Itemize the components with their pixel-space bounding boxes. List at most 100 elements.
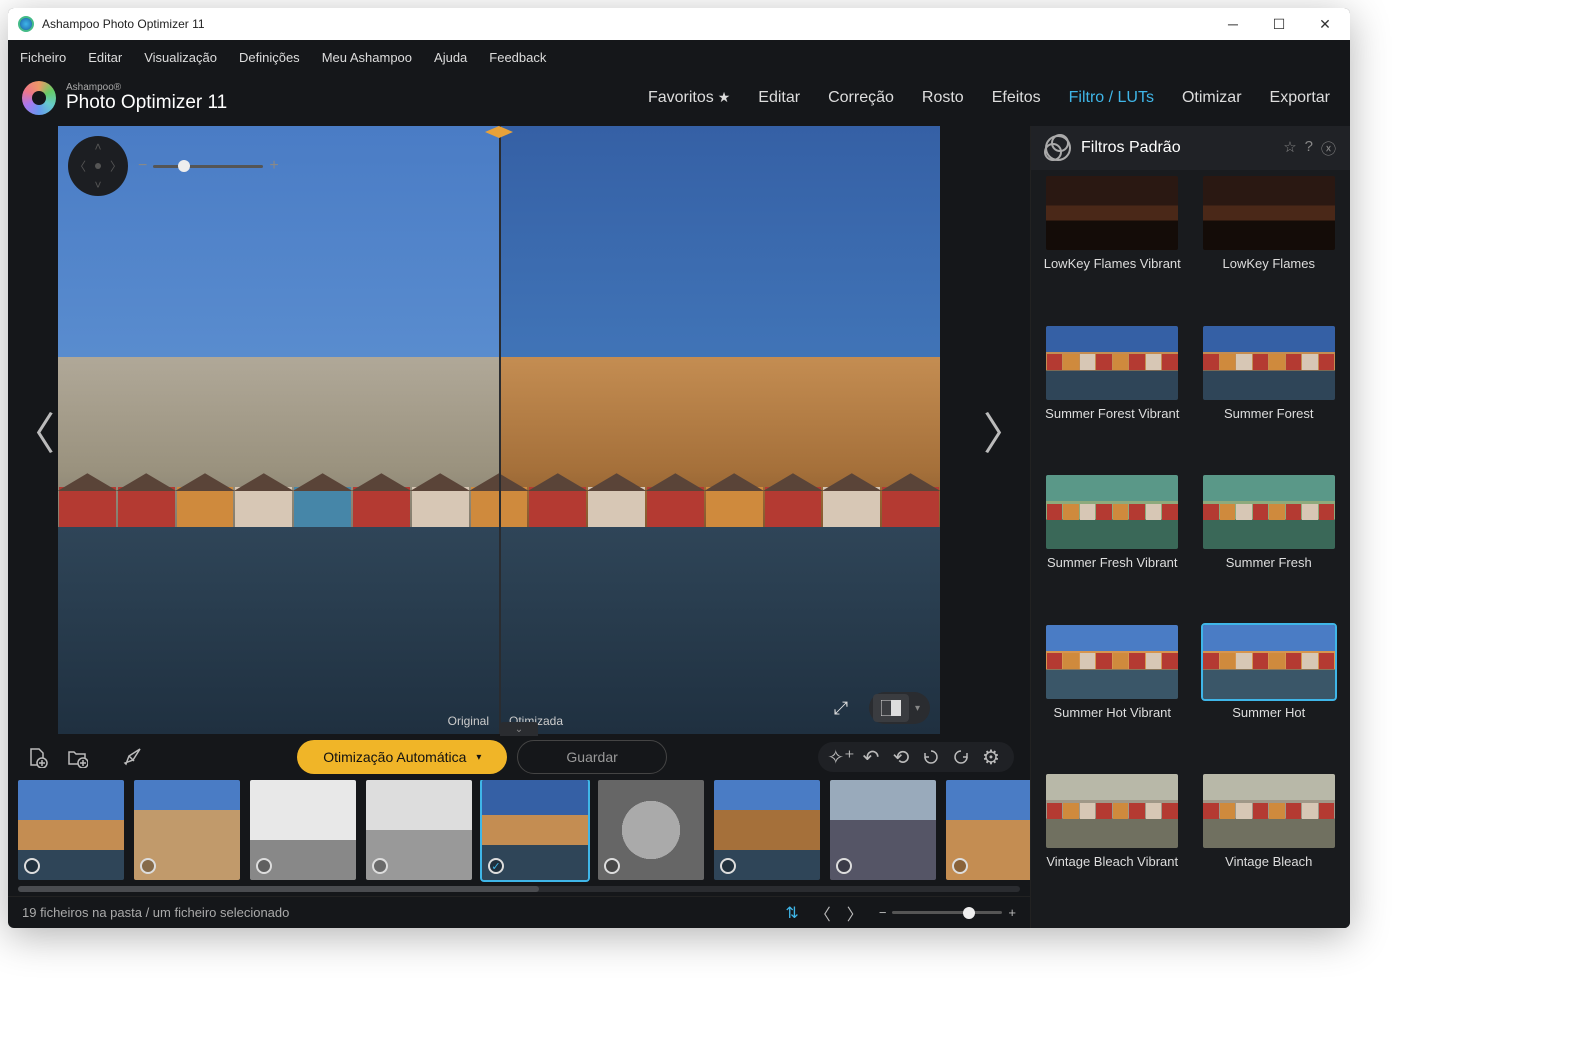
collapse-filmstrip-button[interactable]: ⌄ xyxy=(500,722,538,736)
header-tab-5[interactable]: Filtro / LUTs xyxy=(1069,89,1154,107)
fullscreen-button[interactable]: ⤢ xyxy=(823,692,859,724)
header-tab-6[interactable]: Otimizar xyxy=(1182,89,1242,107)
header-tab-7[interactable]: Exportar xyxy=(1270,89,1330,107)
statusbar: 19 ficheiros na pasta / um ficheiro sele… xyxy=(8,896,1030,928)
thumb-checkmark[interactable] xyxy=(24,858,40,874)
close-button[interactable]: ✕ xyxy=(1302,8,1348,40)
filter-item[interactable]: Summer Fresh Vibrant xyxy=(1041,475,1184,619)
header-tab-1[interactable]: Editar xyxy=(758,89,800,107)
zoom-out-icon[interactable]: − xyxy=(138,157,147,175)
status-text: 19 ficheiros na pasta / um ficheiro sele… xyxy=(22,905,289,920)
undo-icon[interactable]: ↶ xyxy=(856,744,886,770)
add-file-icon[interactable] xyxy=(24,744,50,770)
filmstrip-scrollbar[interactable] xyxy=(8,884,1030,896)
favorite-icon[interactable]: ☆ xyxy=(1283,138,1296,159)
pan-dpad[interactable]: ˄˅ 〈〉 xyxy=(68,136,128,196)
compare-mode-group: ▾ xyxy=(869,692,930,724)
brush-icon[interactable] xyxy=(120,744,146,770)
thumbnail[interactable] xyxy=(250,780,356,880)
filter-label: Summer Fresh xyxy=(1226,555,1312,587)
gear-icon[interactable]: ⚙ xyxy=(976,744,1006,770)
thumbnail[interactable] xyxy=(714,780,820,880)
compare-handle[interactable] xyxy=(485,126,513,138)
filter-label: Summer Hot xyxy=(1232,705,1305,737)
filters-panel: Filtros Padrão ☆ ? ⓧ LowKey Flames Vibra… xyxy=(1030,126,1350,928)
filter-label: LowKey Flames Vibrant xyxy=(1044,256,1181,288)
filter-item[interactable]: Summer Hot xyxy=(1198,625,1341,769)
header-tab-4[interactable]: Efeitos xyxy=(992,89,1041,107)
next-page-icon[interactable]: 〉 xyxy=(847,901,863,925)
menu-view[interactable]: Visualização xyxy=(144,50,217,65)
thumb-size-slider[interactable]: − + xyxy=(879,905,1016,920)
compare-divider[interactable] xyxy=(499,126,501,734)
filter-item[interactable]: Summer Hot Vibrant xyxy=(1041,625,1184,769)
toolbar: Otimização Automática ▾ Guardar ✧⁺ ↶ ⟲ ⚙ xyxy=(8,734,1030,780)
window-title: Ashampoo Photo Optimizer 11 xyxy=(42,17,205,31)
rotate-right-icon[interactable] xyxy=(946,744,976,770)
help-icon[interactable]: ? xyxy=(1305,138,1313,159)
menu-edit[interactable]: Editar xyxy=(88,50,122,65)
rotate-left-icon[interactable] xyxy=(916,744,946,770)
brand: Ashampoo® Photo Optimizer 11 xyxy=(22,81,227,115)
filter-label: Summer Hot Vibrant xyxy=(1053,705,1171,737)
thumbnail[interactable] xyxy=(830,780,936,880)
sort-icon[interactable]: ⇅ xyxy=(785,903,798,923)
filter-item[interactable]: LowKey Flames xyxy=(1198,176,1341,320)
zoom-slider[interactable]: − + xyxy=(138,157,279,175)
undo-all-icon[interactable]: ⟲ xyxy=(886,744,916,770)
filter-label: Vintage Bleach xyxy=(1225,854,1312,886)
size-minus-icon[interactable]: − xyxy=(879,905,887,920)
filter-label: Vintage Bleach Vibrant xyxy=(1046,854,1178,886)
magic-wand-icon[interactable]: ✧⁺ xyxy=(826,744,856,770)
add-folder-icon[interactable] xyxy=(64,744,90,770)
thumb-checkmark[interactable] xyxy=(952,858,968,874)
image-canvas[interactable] xyxy=(58,126,940,734)
prev-page-icon[interactable]: 〈 xyxy=(815,901,831,925)
next-image-button[interactable]: 〉 xyxy=(980,398,1030,462)
filter-thumb xyxy=(1046,475,1178,549)
filter-item[interactable]: Summer Forest xyxy=(1198,326,1341,470)
split-view-button[interactable] xyxy=(873,694,909,722)
size-plus-icon[interactable]: + xyxy=(1008,905,1016,920)
filter-thumb xyxy=(1203,326,1335,400)
thumb-checkmark[interactable] xyxy=(720,858,736,874)
menu-file[interactable]: Ficheiro xyxy=(20,50,66,65)
thumbnail[interactable] xyxy=(366,780,472,880)
auto-optimize-button[interactable]: Otimização Automática ▾ xyxy=(297,740,507,774)
filter-item[interactable]: Summer Forest Vibrant xyxy=(1041,326,1184,470)
filter-label: LowKey Flames xyxy=(1223,256,1315,288)
thumb-checkmark[interactable] xyxy=(256,858,272,874)
thumb-checkmark[interactable]: ✓ xyxy=(488,858,504,874)
minimize-button[interactable]: ─ xyxy=(1210,8,1256,40)
app-icon xyxy=(18,16,34,32)
chevron-down-icon: ▾ xyxy=(476,752,481,763)
close-panel-icon[interactable]: ⓧ xyxy=(1321,138,1336,159)
header-tab-3[interactable]: Rosto xyxy=(922,89,964,107)
menu-feedback[interactable]: Feedback xyxy=(489,50,546,65)
header-tab-0[interactable]: Favoritos★ xyxy=(648,89,730,107)
thumbnail[interactable] xyxy=(134,780,240,880)
menu-help[interactable]: Ajuda xyxy=(434,50,467,65)
maximize-button[interactable]: ☐ xyxy=(1256,8,1302,40)
thumbnail[interactable]: ✓ xyxy=(482,780,588,880)
save-button[interactable]: Guardar xyxy=(517,740,666,774)
filter-item[interactable]: Summer Fresh xyxy=(1198,475,1341,619)
filter-item[interactable]: Vintage Bleach Vibrant xyxy=(1041,774,1184,918)
action-group: ✧⁺ ↶ ⟲ ⚙ xyxy=(818,742,1014,772)
compare-mode-dropdown[interactable]: ▾ xyxy=(909,703,926,714)
filter-item[interactable]: LowKey Flames Vibrant xyxy=(1041,176,1184,320)
thumb-checkmark[interactable] xyxy=(836,858,852,874)
thumbnail[interactable] xyxy=(18,780,124,880)
menu-myashampoo[interactable]: Meu Ashampoo xyxy=(322,50,412,65)
thumb-checkmark[interactable] xyxy=(140,858,156,874)
header-tab-2[interactable]: Correção xyxy=(828,89,894,107)
thumbnail[interactable] xyxy=(598,780,704,880)
filter-item[interactable]: Vintage Bleach xyxy=(1198,774,1341,918)
filter-thumb xyxy=(1203,625,1335,699)
thumbnail[interactable] xyxy=(946,780,1030,880)
thumb-checkmark[interactable] xyxy=(372,858,388,874)
zoom-in-icon[interactable]: + xyxy=(269,157,278,175)
thumb-checkmark[interactable] xyxy=(604,858,620,874)
prev-image-button[interactable]: 〈 xyxy=(8,398,58,462)
menu-settings[interactable]: Definições xyxy=(239,50,300,65)
